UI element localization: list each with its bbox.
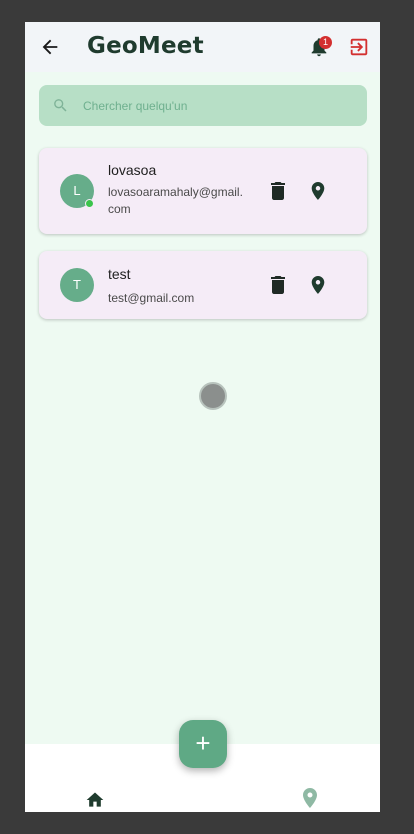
add-button[interactable]: +	[179, 720, 227, 768]
online-status-dot	[85, 199, 94, 208]
trash-icon[interactable]	[270, 276, 286, 294]
loading-indicator	[199, 382, 227, 410]
logout-icon[interactable]	[348, 36, 370, 58]
trash-icon[interactable]	[270, 182, 286, 200]
search-input[interactable]	[83, 85, 353, 126]
home-icon[interactable]	[85, 790, 105, 810]
user-card[interactable]: L lovasoa lovasoaramahaly@gmail.com	[39, 148, 367, 234]
location-pin-icon[interactable]	[310, 276, 326, 294]
user-card[interactable]: T test test@gmail.com	[39, 251, 367, 319]
location-pin-icon[interactable]	[310, 182, 326, 200]
search-icon	[54, 99, 67, 112]
user-name: lovasoa	[108, 162, 157, 178]
app-screen: GeoMeet 1 L lovasoa lovasoaramahaly@gmai…	[25, 22, 380, 812]
avatar: T	[60, 268, 94, 302]
notification-badge: 1	[319, 36, 332, 49]
back-arrow-icon[interactable]	[39, 36, 61, 58]
app-title: GeoMeet	[87, 33, 204, 59]
user-name: test	[108, 266, 131, 282]
user-email: test@gmail.com	[108, 291, 195, 305]
user-email: lovasoaramahaly@gmail.com	[108, 185, 243, 216]
search-bar[interactable]	[39, 85, 367, 126]
map-pin-icon[interactable]	[302, 788, 318, 808]
app-bar: GeoMeet 1	[25, 22, 380, 72]
